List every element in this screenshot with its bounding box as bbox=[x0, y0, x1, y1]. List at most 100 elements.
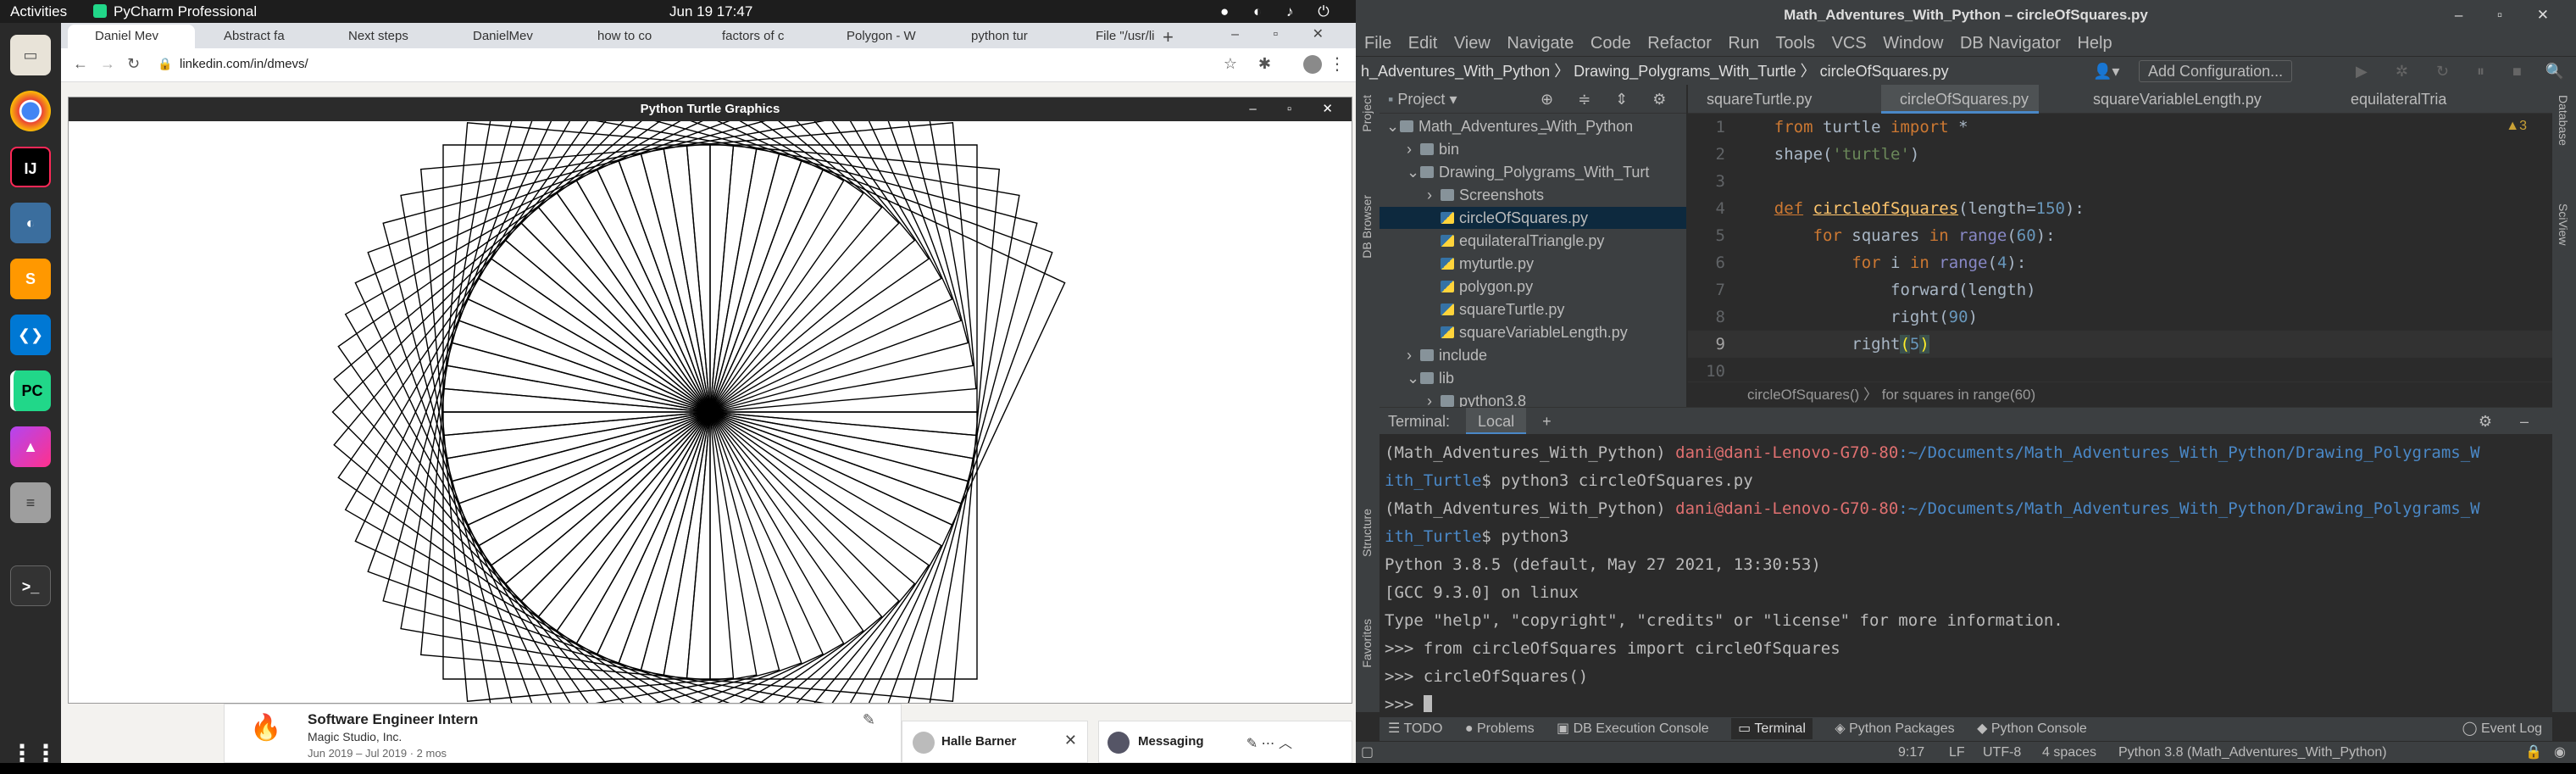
tree-file[interactable]: myturtle.py bbox=[1380, 253, 1686, 275]
tree-folder[interactable]: ⌄ Math_Adventures_With_Python bbox=[1380, 115, 1686, 137]
breadcrumb-item[interactable]: circleOfSquares() bbox=[1747, 387, 1859, 403]
terminal-icon[interactable]: >_ bbox=[10, 565, 51, 606]
tree-file[interactable]: equilateralTriangle.py bbox=[1380, 230, 1686, 252]
browser-tab[interactable]: how to co bbox=[570, 25, 693, 48]
tree-file[interactable]: squareTurtle.py bbox=[1380, 298, 1686, 320]
code-line[interactable]: 3 bbox=[1688, 168, 1735, 195]
app-menu[interactable]: PyCharm Professional bbox=[114, 3, 257, 20]
clock[interactable]: Jun 19 17:47 bbox=[669, 3, 752, 20]
db-console-tool-button[interactable]: ▣ DB Execution Console bbox=[1557, 721, 1709, 736]
menu-vcs[interactable]: VCS bbox=[1832, 34, 1867, 53]
notifications-icon[interactable]: ◉ bbox=[2554, 742, 2566, 764]
code-line[interactable]: 2 shape('turtle') bbox=[1688, 141, 1920, 168]
chevron-down-icon[interactable]: ⌄ bbox=[1386, 115, 1400, 137]
browser-tab[interactable]: factors of c bbox=[695, 25, 818, 48]
event-log-button[interactable]: ◯ Event Log bbox=[2462, 717, 2542, 741]
breadcrumb-item[interactable]: h_Adventures_With_Python bbox=[1361, 63, 1550, 80]
forward-icon[interactable]: → bbox=[100, 55, 115, 73]
intellij-icon[interactable]: IJ bbox=[10, 147, 51, 187]
breadcrumb-item[interactable]: circleOfSquares.py bbox=[1820, 63, 1949, 80]
todo-tool-button[interactable]: ☰ TODO bbox=[1388, 721, 1442, 736]
menu-view[interactable]: View bbox=[1454, 34, 1491, 53]
search-icon[interactable]: 🔍 bbox=[2545, 57, 2564, 86]
tree-folder[interactable]: ⌄ Drawing_Polygrams_With_Turt bbox=[1380, 161, 1686, 183]
code-area[interactable]: 1 from turtle import * 2 shape('turtle')… bbox=[1688, 114, 2552, 381]
menu-icon[interactable]: ⋮ bbox=[1329, 53, 1346, 75]
caret-position[interactable]: 9:17 bbox=[1898, 742, 1924, 764]
code-line[interactable]: 6 for i in range(4): bbox=[1688, 249, 2027, 276]
chrome-icon[interactable] bbox=[10, 91, 51, 131]
line-separator[interactable]: LF bbox=[1949, 742, 1965, 764]
favorites-tool-button[interactable]: Favorites bbox=[1360, 619, 1374, 668]
menu-db-navigator[interactable]: DB Navigator bbox=[1960, 34, 2061, 53]
code-line[interactable]: 5 for squares in range(60): bbox=[1688, 222, 2056, 249]
add-configuration-button[interactable]: Add Configuration... bbox=[2139, 60, 2293, 82]
menu-file[interactable]: File bbox=[1364, 34, 1391, 53]
editor-tab-active[interactable]: circleOfSquares.py bbox=[1881, 85, 2040, 114]
system-tray[interactable]: ● ◐ ♪ ⏻ bbox=[1220, 3, 1340, 20]
menu-run[interactable]: Run bbox=[1728, 34, 1759, 53]
tree-file[interactable]: circleOfSquares.py bbox=[1380, 207, 1686, 229]
menu-refactor[interactable]: Refactor bbox=[1647, 34, 1712, 53]
tree-file[interactable]: polygon.py bbox=[1380, 276, 1686, 298]
browser-tab[interactable]: Next steps bbox=[321, 25, 444, 48]
db-browser-tool-button[interactable]: DB Browser bbox=[1360, 195, 1374, 259]
code-line[interactable]: 7 forward(length) bbox=[1688, 276, 2036, 303]
code-line-current[interactable]: 9 right(5) bbox=[1688, 331, 2552, 358]
tree-folder[interactable]: › Screenshots bbox=[1380, 184, 1686, 206]
vscode-icon[interactable]: ❮❯ bbox=[10, 315, 51, 355]
chevron-down-icon[interactable]: ⌄ bbox=[1407, 367, 1420, 389]
terminal-output[interactable]: (Math_Adventures_With_Python) dani@dani-… bbox=[1380, 434, 2552, 714]
code-line[interactable]: 1 from turtle import * bbox=[1688, 114, 1968, 141]
new-tab-icon[interactable]: + bbox=[1163, 26, 1174, 48]
tree-folder[interactable]: › include bbox=[1380, 344, 1686, 366]
tree-folder[interactable]: › bin bbox=[1380, 138, 1686, 160]
window-controls[interactable]: – ▫ ✕ bbox=[1249, 97, 1346, 121]
browser-tab[interactable]: Abstract fa bbox=[197, 25, 319, 48]
run-toolbar-icons[interactable]: ▶ ✲ ↻ ⏸ ■ bbox=[2356, 57, 2534, 86]
chevron-right-icon[interactable]: › bbox=[1427, 390, 1441, 407]
chat-window[interactable]: Halle Barner ✕ bbox=[902, 721, 1088, 763]
problems-tool-button[interactable]: ● Problems bbox=[1465, 721, 1535, 736]
menu-tools[interactable]: Tools bbox=[1775, 34, 1815, 53]
compose-icon[interactable]: ✎ ⋯ ︿ bbox=[1246, 732, 1292, 752]
edit-icon[interactable]: ✎ bbox=[863, 711, 875, 729]
close-icon[interactable]: ✕ bbox=[1064, 732, 1077, 749]
database-icon[interactable]: ≡ bbox=[10, 482, 51, 523]
window-controls[interactable]: – ▫ ✕ bbox=[1231, 25, 1339, 42]
apps-grid-icon[interactable]: ⋮⋮⋮ bbox=[10, 733, 81, 774]
extensions-icon[interactable]: ✱ bbox=[1258, 55, 1271, 73]
chevron-right-icon[interactable]: › bbox=[1407, 138, 1420, 160]
menu-navigate[interactable]: Navigate bbox=[1507, 34, 1574, 53]
python-console-tool-button[interactable]: ◆ Python Console bbox=[1977, 721, 2087, 736]
breadcrumb-item[interactable]: Drawing_Polygrams_With_Turtle bbox=[1574, 63, 1796, 80]
structure-tool-button[interactable]: Structure bbox=[1360, 509, 1374, 557]
file-encoding[interactable]: UTF-8 bbox=[1983, 742, 2021, 764]
pycharm-icon[interactable]: PC bbox=[10, 370, 51, 411]
interpreter-selector[interactable]: Python 3.8 (Math_Adventures_With_Python) bbox=[2118, 742, 2387, 764]
editor-tab[interactable]: squareVariableLength.py bbox=[2074, 85, 2272, 114]
python-packages-tool-button[interactable]: ◈ Python Packages bbox=[1835, 721, 1954, 736]
menu-code[interactable]: Code bbox=[1591, 34, 1631, 53]
database-tool-button[interactable]: Database bbox=[2557, 95, 2570, 146]
project-tool-button[interactable]: Project bbox=[1360, 95, 1374, 132]
chat-name[interactable]: Halle Barner bbox=[941, 734, 1016, 749]
messaging-bar[interactable]: Messaging ✎ ⋯ ︿ bbox=[1098, 721, 1352, 763]
avatar[interactable] bbox=[1303, 55, 1322, 74]
window-controls[interactable]: – ▫ ✕ bbox=[2455, 0, 2564, 31]
code-line[interactable]: 8 right(90) bbox=[1688, 303, 1978, 331]
chevron-down-icon[interactable]: ⌄ bbox=[1407, 161, 1420, 183]
tree-folder[interactable]: ⌄ lib bbox=[1380, 367, 1686, 389]
breadcrumb-item[interactable]: for squares in range(60) bbox=[1882, 387, 2035, 403]
url-input[interactable]: linkedin.com/in/dmevs/ bbox=[180, 57, 308, 71]
dbeaver-icon[interactable]: ◐ bbox=[10, 203, 51, 243]
menu-window[interactable]: Window bbox=[1883, 34, 1943, 53]
phpstorm-icon[interactable]: ▲ bbox=[10, 426, 51, 467]
browser-tab[interactable]: python tur bbox=[944, 25, 1067, 48]
terminal-tab-local[interactable]: Local bbox=[1466, 408, 1527, 435]
project-view-selector[interactable]: Project bbox=[1397, 91, 1445, 108]
star-icon[interactable]: ☆ bbox=[1224, 55, 1237, 73]
activities-button[interactable]: Activities bbox=[10, 3, 67, 20]
indent-setting[interactable]: 4 spaces bbox=[2042, 742, 2096, 764]
browser-tab[interactable]: Daniel Mev bbox=[68, 25, 195, 48]
